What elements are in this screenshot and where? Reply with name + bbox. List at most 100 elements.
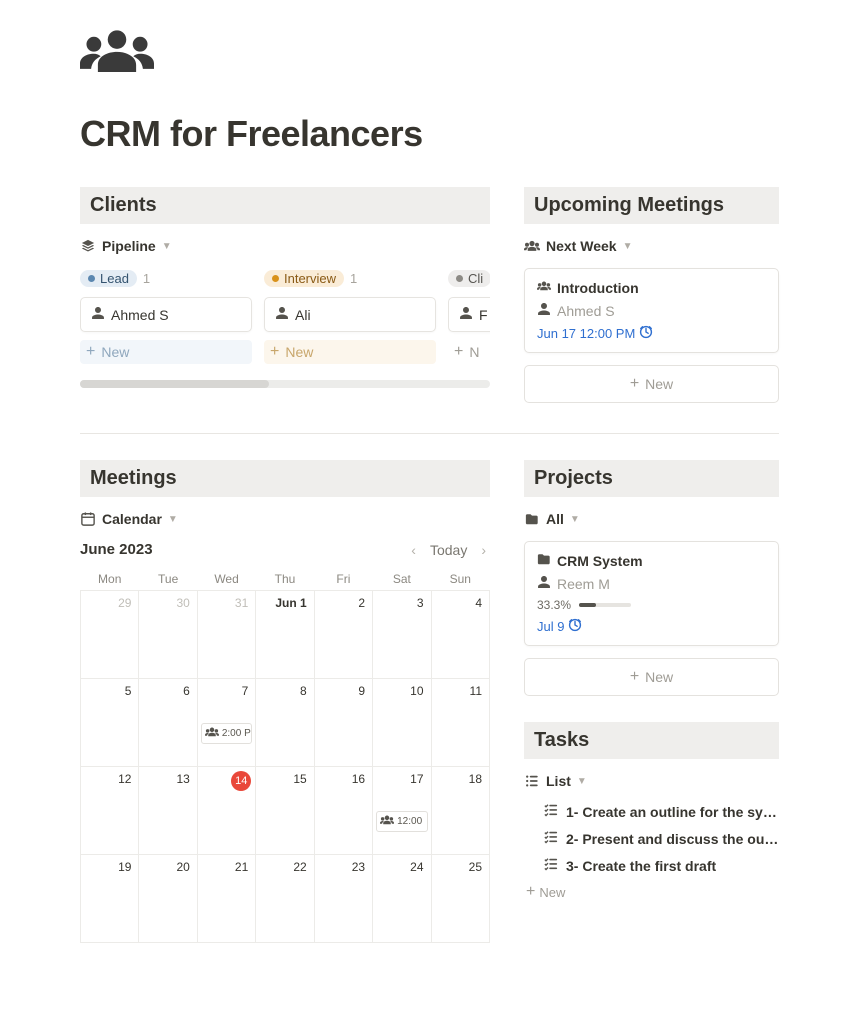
project-card[interactable]: CRM System Reem M 33.3% Jul 9 [524, 541, 779, 646]
calendar-cell[interactable]: 20 [139, 855, 197, 943]
person-icon [275, 306, 289, 323]
page-title: CRM for Freelancers [80, 113, 779, 155]
calendar-cell[interactable]: 22 [256, 855, 314, 943]
calendar-weekday: Tue [139, 568, 197, 591]
calendar-today-button[interactable]: Today [430, 542, 467, 558]
meeting-card[interactable]: Introduction Ahmed S Jun 17 12:00 PM [524, 268, 779, 353]
kanban-column: Interview1 Ali +New [264, 268, 436, 364]
meetings-view-label: Calendar [102, 511, 162, 527]
calendar-cell[interactable]: 15 [256, 767, 314, 855]
calendar-prev[interactable]: ‹ [407, 542, 420, 558]
chevron-down-icon: ▼ [570, 514, 580, 525]
calendar-icon [80, 511, 96, 527]
kanban-new-button[interactable]: +New [264, 340, 436, 364]
client-card[interactable]: F [448, 297, 490, 332]
plus-icon: + [86, 344, 95, 360]
calendar-daynum: 29 [115, 595, 134, 611]
upcoming-new-button[interactable]: + New [524, 365, 779, 403]
project-title: CRM System [557, 553, 643, 569]
calendar-cell[interactable]: 24 [373, 855, 431, 943]
calendar-daynum: 3 [414, 595, 427, 611]
task-label: 1- Create an outline for the sys… [566, 804, 779, 820]
person-icon [537, 575, 551, 592]
calendar-cell[interactable]: 10 [373, 679, 431, 767]
meetings-view-selector[interactable]: Calendar ▼ [80, 511, 490, 527]
calendar-cell[interactable]: 9 [314, 679, 372, 767]
calendar-daynum: 14 [231, 771, 251, 791]
kanban-column-header[interactable]: Lead 1 [80, 268, 252, 289]
people-icon [380, 813, 394, 830]
upcoming-view-selector[interactable]: Next Week ▼ [524, 238, 779, 254]
calendar-cell[interactable]: 6 [139, 679, 197, 767]
clients-view-label: Pipeline [102, 238, 156, 254]
projects-view-selector[interactable]: All ▼ [524, 511, 779, 527]
task-item[interactable]: 1- Create an outline for the sys… [524, 803, 779, 820]
calendar-daynum: 6 [180, 683, 193, 699]
calendar-weekday: Mon [81, 568, 139, 591]
calendar-cell[interactable]: 29 [81, 591, 139, 679]
kanban-new-button[interactable]: +N [448, 340, 490, 364]
kanban-column-header[interactable]: Interview1 [264, 268, 436, 289]
chevron-down-icon: ▼ [623, 241, 633, 252]
calendar-cell[interactable]: 30 [139, 591, 197, 679]
client-card[interactable]: Ali [264, 297, 436, 332]
plus-icon: + [630, 669, 639, 685]
calendar-cell[interactable]: 3 [373, 591, 431, 679]
calendar-cell[interactable]: 14 [197, 767, 255, 855]
meetings-heading: Meetings [80, 460, 490, 497]
status-tag: Lead [80, 270, 137, 287]
tasks-heading: Tasks [524, 722, 779, 759]
calendar-weekday: Thu [256, 568, 314, 591]
calendar-daynum: 2 [355, 595, 368, 611]
divider [80, 433, 779, 434]
calendar-cell[interactable]: 18 [431, 767, 489, 855]
calendar-event[interactable]: 2:00 P [201, 723, 252, 744]
projects-new-button[interactable]: + New [524, 658, 779, 696]
calendar-daynum: 15 [290, 771, 309, 787]
calendar-cell[interactable]: 11 [431, 679, 489, 767]
kanban-column-header[interactable]: Cli [448, 268, 490, 289]
calendar-cell[interactable]: 31 [197, 591, 255, 679]
client-card[interactable]: Ahmed S [80, 297, 252, 332]
calendar-cell[interactable]: 1712:00 [373, 767, 431, 855]
task-label: 2- Present and discuss the out… [566, 831, 779, 847]
people-icon [524, 238, 540, 254]
calendar-cell[interactable]: 19 [81, 855, 139, 943]
status-tag: Cli [448, 270, 490, 287]
clients-view-selector[interactable]: Pipeline ▼ [80, 238, 490, 254]
calendar-weekday: Fri [314, 568, 372, 591]
calendar-next[interactable]: › [477, 542, 490, 558]
task-icon [544, 830, 558, 847]
calendar-cell[interactable]: 13 [139, 767, 197, 855]
calendar-cell[interactable]: Jun 1 [256, 591, 314, 679]
calendar-cell[interactable]: 5 [81, 679, 139, 767]
calendar-cell[interactable]: 21 [197, 855, 255, 943]
calendar-daynum: 4 [472, 595, 485, 611]
calendar-daynum: 19 [115, 859, 134, 875]
calendar-cell[interactable]: 72:00 P [197, 679, 255, 767]
calendar-cell[interactable]: 4 [431, 591, 489, 679]
tasks-new-button[interactable]: + New [524, 884, 779, 900]
calendar-cell[interactable]: 2 [314, 591, 372, 679]
calendar-daynum: 12 [115, 771, 134, 787]
meeting-person: Ahmed S [557, 303, 615, 319]
kanban-scrollbar[interactable] [80, 380, 490, 388]
calendar-daynum: 9 [355, 683, 368, 699]
kanban-new-button[interactable]: +New [80, 340, 252, 364]
tasks-view-selector[interactable]: List ▼ [524, 773, 779, 789]
clients-kanban: Lead 1 Ahmed S +New Interview1 Ali +New Cli F +N [80, 268, 490, 364]
calendar-event[interactable]: 12:00 [376, 811, 427, 832]
folder-icon [524, 511, 540, 527]
calendar-cell[interactable]: 25 [431, 855, 489, 943]
task-item[interactable]: 3- Create the first draft [524, 857, 779, 874]
people-icon [537, 279, 551, 296]
client-name: Ahmed S [111, 307, 169, 323]
calendar-cell[interactable]: 12 [81, 767, 139, 855]
calendar-cell[interactable]: 16 [314, 767, 372, 855]
calendar-cell[interactable]: 23 [314, 855, 372, 943]
task-item[interactable]: 2- Present and discuss the out… [524, 830, 779, 847]
column-count: 1 [143, 271, 150, 286]
task-label: 3- Create the first draft [566, 858, 716, 874]
calendar-cell[interactable]: 8 [256, 679, 314, 767]
person-icon [91, 306, 105, 323]
